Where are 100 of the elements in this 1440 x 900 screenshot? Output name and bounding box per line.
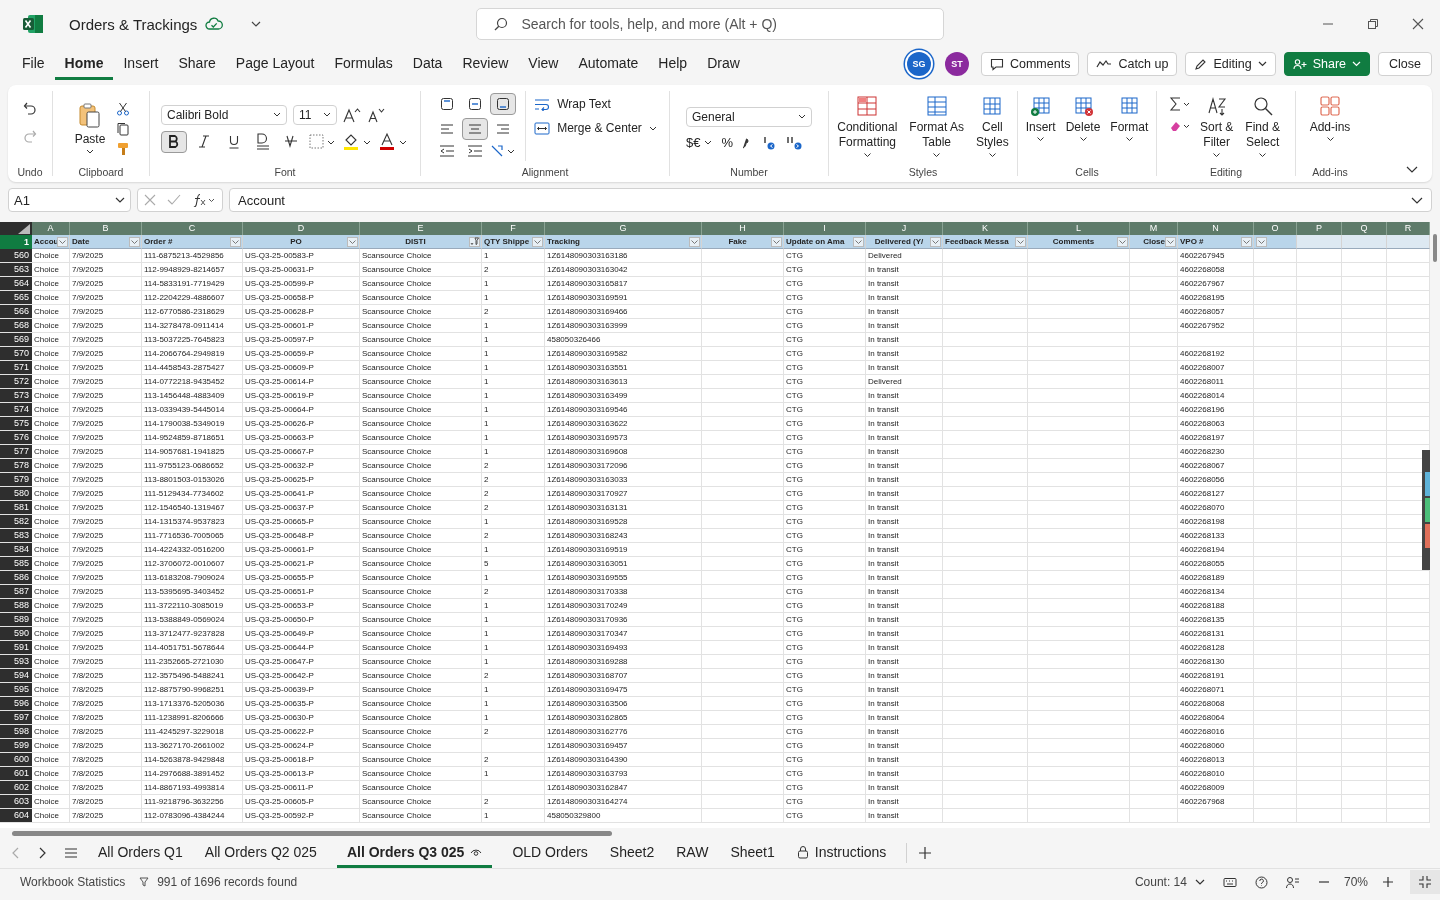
previous-sheet-icon[interactable] — [12, 847, 20, 859]
column-header[interactable]: C — [142, 222, 243, 235]
catch-up-button[interactable]: Catch up — [1087, 52, 1178, 76]
format-button[interactable]: Format — [1107, 91, 1152, 145]
next-sheet-icon[interactable] — [38, 847, 46, 859]
column-header[interactable]: G — [545, 222, 702, 235]
column-header[interactable]: H — [702, 222, 784, 235]
row-header[interactable]: 600 — [0, 753, 32, 766]
row-header[interactable]: 595 — [0, 683, 32, 696]
scrollbar-thumb[interactable] — [1433, 234, 1437, 262]
restore-icon[interactable] — [1367, 18, 1379, 30]
increase-font-size-icon[interactable] — [343, 106, 361, 123]
row-header[interactable]: 588 — [0, 599, 32, 612]
row-header[interactable]: 570 — [0, 347, 32, 360]
keyboard-icon[interactable] — [1222, 876, 1237, 888]
column-header[interactable]: B — [70, 222, 142, 235]
function-icon[interactable] — [192, 193, 217, 207]
row-header[interactable]: 593 — [0, 655, 32, 668]
orientation-icon[interactable] — [490, 143, 517, 159]
filter-button[interactable] — [1165, 236, 1176, 247]
column-header[interactable]: O — [1254, 222, 1297, 235]
row-header[interactable]: 575 — [0, 417, 32, 430]
row-header[interactable]: 571 — [0, 361, 32, 374]
check-icon[interactable] — [167, 194, 181, 206]
row-header[interactable]: 581 — [0, 501, 32, 514]
user-avatar[interactable]: SG — [906, 52, 931, 76]
decrease-indent-icon[interactable] — [439, 144, 456, 158]
menu-icon[interactable] — [64, 847, 78, 859]
conditional-formatting-button[interactable]: Conditional Formatting — [834, 91, 901, 161]
name-box[interactable]: A1 — [8, 188, 131, 212]
close-icon[interactable] — [1412, 18, 1424, 30]
menu-tab[interactable]: Formulas — [324, 48, 403, 80]
menu-tab[interactable]: Automate — [568, 48, 649, 80]
merge-center-button[interactable]: Merge & Center — [534, 121, 657, 135]
filter-button[interactable] — [771, 236, 782, 247]
row-header[interactable]: 573 — [0, 389, 32, 402]
sheet-tab[interactable]: Instructions — [794, 838, 889, 868]
filter-button[interactable] — [230, 236, 241, 247]
chevron-down-icon[interactable] — [1406, 166, 1418, 174]
add-sheet-icon[interactable] — [919, 847, 932, 859]
increase-indent-icon[interactable] — [467, 144, 484, 158]
vertical-align-button[interactable] — [490, 93, 517, 115]
row-header[interactable]: 597 — [0, 711, 32, 724]
column-header[interactable]: I — [784, 222, 866, 235]
filter-button[interactable] — [1015, 236, 1026, 247]
undo-icon[interactable] — [23, 101, 37, 115]
row-header[interactable]: 577 — [0, 445, 32, 458]
row-header[interactable]: 563 — [0, 263, 32, 276]
copy-icon[interactable] — [116, 121, 131, 136]
cell-styles-button[interactable]: Cell Styles — [973, 91, 1012, 161]
filter-button[interactable] — [532, 236, 543, 247]
row-header[interactable]: 582 — [0, 515, 32, 528]
font-family-dropdown[interactable]: Calibri Bold — [161, 104, 287, 125]
add-ins-button[interactable]: Add-ins — [1306, 91, 1354, 145]
filter-button[interactable] — [1117, 236, 1128, 247]
row-header[interactable]: 569 — [0, 333, 32, 346]
share-button[interactable]: Share — [1283, 52, 1371, 76]
delete-button[interactable]: Delete — [1062, 91, 1104, 145]
eraser-icon[interactable] — [1168, 119, 1191, 133]
menu-tab[interactable]: Page Layout — [225, 48, 325, 80]
row-header[interactable]: 596 — [0, 697, 32, 710]
sheet-tab[interactable]: All Orders Q1 — [96, 838, 185, 868]
collapse-button[interactable] — [1410, 870, 1440, 894]
zoom-level[interactable]: 70% — [1343, 875, 1368, 889]
menu-tab[interactable]: Data — [402, 48, 453, 80]
filter-button[interactable] — [469, 236, 480, 247]
row-header[interactable]: 580 — [0, 487, 32, 500]
row-header[interactable]: 576 — [0, 431, 32, 444]
filter-button[interactable] — [57, 236, 68, 247]
row-header[interactable]: 602 — [0, 781, 32, 794]
row-header[interactable]: 574 — [0, 403, 32, 416]
row-header[interactable]: 579 — [0, 473, 32, 486]
format-as-table-button[interactable]: Format As Table — [906, 91, 967, 161]
feedback-icon[interactable] — [1285, 875, 1300, 889]
decrease-font-size-icon[interactable] — [367, 106, 385, 123]
sheet-tab[interactable]: Sheet1 — [728, 838, 777, 868]
chevron-down-icon[interactable] — [251, 21, 262, 27]
row-header[interactable]: 594 — [0, 669, 32, 682]
menu-tab[interactable]: Home — [54, 48, 114, 80]
filter-button[interactable] — [689, 236, 700, 247]
font-color-icon[interactable] — [377, 130, 409, 153]
number-format-dropdown[interactable]: General — [686, 106, 812, 127]
menu-tab[interactable]: View — [518, 48, 569, 80]
row-header[interactable]: 591 — [0, 641, 32, 654]
column-header[interactable]: L — [1028, 222, 1130, 235]
column-header[interactable]: R — [1387, 222, 1430, 235]
row-header[interactable]: 603 — [0, 795, 32, 808]
row-header[interactable]: 587 — [0, 585, 32, 598]
file-name[interactable]: Orders & Trackings — [69, 15, 198, 33]
currency-button[interactable]: $€ — [686, 135, 713, 150]
sheet-tab[interactable]: All Orders Q3 025 — [336, 838, 493, 868]
row-header[interactable]: 568 — [0, 319, 32, 332]
menu-tab[interactable]: Draw — [697, 48, 750, 80]
side-panel-tab[interactable] — [1422, 450, 1430, 570]
row-header[interactable]: 578 — [0, 459, 32, 472]
row-header[interactable]: 572 — [0, 375, 32, 388]
comments-button[interactable]: Comments — [980, 52, 1080, 76]
search-field[interactable]: Search for tools, help, and more (Alt + Q) — [476, 8, 945, 40]
sheet-tab[interactable]: All Orders Q2 025 — [202, 838, 319, 868]
sheet-tab[interactable]: OLD Orders — [510, 838, 590, 868]
